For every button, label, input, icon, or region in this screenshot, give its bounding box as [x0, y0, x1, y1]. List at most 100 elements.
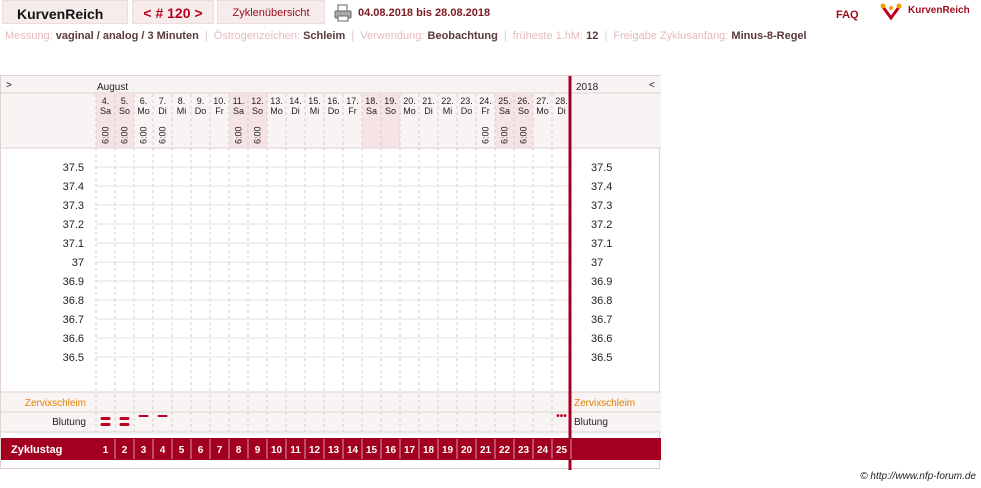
temp-label-left: 36.8 — [63, 295, 84, 307]
release-label: Freigabe Zyklusanfang: — [613, 30, 729, 42]
measure-time: 6:00 — [481, 126, 491, 144]
temp-label-right: 37.4 — [591, 181, 612, 193]
cycleday-number: 16 — [385, 445, 397, 456]
nav-next-button[interactable]: > — [6, 80, 12, 91]
day-weekday: Di — [424, 106, 433, 116]
cycleday-number: 2 — [122, 445, 128, 456]
cycleday-number: 24 — [537, 445, 549, 456]
earliest-value: 12 — [586, 30, 599, 42]
bleeding-heavy-mark — [119, 423, 130, 426]
bleeding-heavy-mark — [100, 417, 111, 420]
day-weekday: So — [119, 106, 130, 116]
measurement-label: Messung: — [5, 30, 53, 42]
estrogen-value: Schleim — [303, 30, 346, 42]
printer-icon[interactable] — [333, 3, 353, 23]
temp-label-right: 37.5 — [591, 162, 612, 174]
usage-value: Beobachtung — [427, 30, 498, 42]
release-value: Minus-8-Regel — [731, 30, 807, 42]
year-label: 2018 — [576, 82, 599, 93]
day-date: 20. — [403, 96, 416, 106]
measure-time: 6:00 — [500, 126, 510, 144]
bleeding-light-mark — [138, 415, 149, 417]
day-date: 6. — [140, 96, 148, 106]
temp-label-right: 37.1 — [591, 238, 612, 250]
day-weekday: Mo — [536, 106, 549, 116]
day-date: 10. — [213, 96, 226, 106]
bleeding-row-label: Blutung — [52, 417, 86, 428]
cycleday-number: 4 — [160, 445, 166, 456]
temp-label-right: 37.3 — [591, 200, 612, 212]
day-date: 7. — [159, 96, 167, 106]
faq-link[interactable]: FAQ — [836, 9, 859, 21]
bleeding-light-mark — [157, 415, 168, 417]
day-date: 4. — [102, 96, 110, 106]
temp-label-left: 37.3 — [63, 200, 84, 212]
cycle-overview-button[interactable]: Zyklenübersicht — [217, 0, 325, 24]
temp-label-right: 37.2 — [591, 219, 612, 231]
bleeding-heavy-mark — [100, 423, 111, 426]
day-weekday: So — [385, 106, 396, 116]
day-date: 9. — [197, 96, 205, 106]
brand-name: KurvenReich — [908, 5, 970, 16]
cycleday-number: 1 — [103, 445, 109, 456]
day-date: 18. — [365, 96, 378, 106]
measure-time: 6:00 — [139, 126, 149, 144]
measure-time: 6:00 — [120, 126, 130, 144]
day-weekday: Fr — [348, 106, 357, 116]
cervix-row-label: Zervixschleim — [25, 398, 86, 409]
cycle-settings-line: Messung: vaginal / analog / 3 Minuten | … — [5, 30, 807, 42]
day-weekday: Mi — [177, 106, 187, 116]
copyright: © http://www.nfp-forum.de — [860, 471, 976, 482]
day-weekday: Sa — [233, 106, 244, 116]
day-date: 16. — [327, 96, 340, 106]
heart-logo-icon — [880, 3, 902, 21]
top-bar: KurvenReich < # 120 > Zyklenübersicht 04… — [0, 0, 981, 26]
earliest-label: früheste 1.hM: — [512, 30, 584, 42]
day-weekday: Sa — [366, 106, 377, 116]
cycleday-number: 15 — [366, 445, 378, 456]
cycleday-number: 7 — [217, 445, 223, 456]
measure-time: 6:00 — [234, 126, 244, 144]
cycle-navigator[interactable]: < # 120 > — [132, 0, 214, 24]
day-weekday: Do — [461, 106, 473, 116]
temp-label-right: 36.9 — [591, 276, 612, 288]
day-weekday: Sa — [499, 106, 510, 116]
cycleday-number: 19 — [442, 445, 454, 456]
temp-label-left: 37.1 — [63, 238, 84, 250]
temp-label-left: 36.7 — [63, 314, 84, 326]
cycleday-label: Zyklustag — [11, 444, 62, 456]
temp-label-left: 36.6 — [63, 333, 84, 345]
day-date: 13. — [270, 96, 283, 106]
cycleday-number: 5 — [179, 445, 185, 456]
day-date: 22. — [441, 96, 454, 106]
nav-prev-button[interactable]: < — [649, 80, 655, 91]
measure-time: 6:00 — [158, 126, 168, 144]
day-weekday: Mo — [137, 106, 150, 116]
cycleday-number: 14 — [347, 445, 359, 456]
bleeding-row-label-right: Blutung — [574, 417, 608, 428]
temp-label-left: 36.5 — [63, 352, 84, 364]
cycleday-number: 12 — [309, 445, 321, 456]
day-date: 5. — [121, 96, 129, 106]
bleeding-heavy-mark — [119, 417, 130, 420]
day-date: 17. — [346, 96, 359, 106]
cycleday-number: 8 — [236, 445, 242, 456]
cycle-chart: > < August 2018 4. Sa 6:00 5. So 6:00 6. Mo 6:00 7. Di… — [0, 75, 661, 470]
day-date: 27. — [536, 96, 549, 106]
cycleday-number: 10 — [271, 445, 283, 456]
day-date: 23. — [460, 96, 473, 106]
temp-label-left: 37.5 — [63, 162, 84, 174]
day-weekday: Do — [195, 106, 207, 116]
bleeding-spotting-mark: ••• — [556, 411, 567, 422]
date-range: 04.08.2018 bis 28.08.2018 — [358, 7, 491, 19]
day-date: 24. — [479, 96, 492, 106]
temp-label-left: 37 — [72, 257, 84, 269]
measure-time: 6:00 — [519, 126, 529, 144]
day-weekday: Di — [291, 106, 300, 116]
day-weekday: Di — [557, 106, 566, 116]
app-logo[interactable]: KurvenReich — [2, 0, 128, 24]
cycleday-number: 25 — [556, 445, 568, 456]
cycleday-number: 13 — [328, 445, 340, 456]
cycleday-number: 18 — [423, 445, 435, 456]
day-weekday: Sa — [100, 106, 111, 116]
